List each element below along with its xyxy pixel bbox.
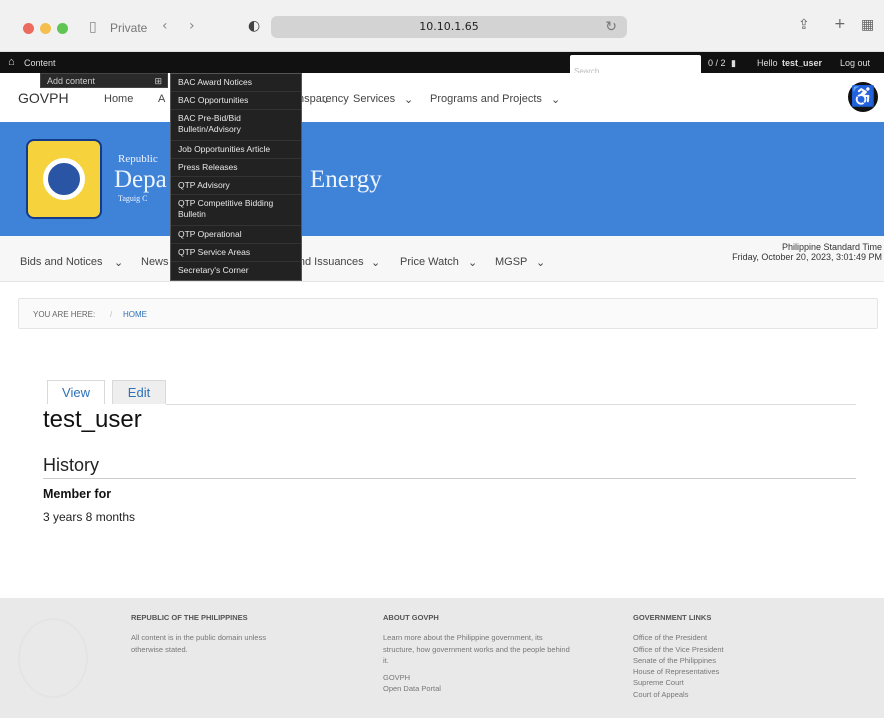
nav-home[interactable]: Home [104,93,133,105]
nav-programs[interactable]: Programs and Projects [430,93,542,105]
footer-link[interactable]: Office of the Vice President [633,644,783,655]
footer-republic-title: REPUBLIC OF THE PHILIPPINES [131,613,248,622]
accessibility-icon[interactable]: ♿ [848,82,878,112]
site-footer: REPUBLIC OF THE PHILIPPINES All content … [0,598,884,718]
menu-news[interactable]: News [141,256,169,268]
minimize-window-button[interactable] [40,23,51,34]
users-icon: ▮ [731,58,736,68]
philippine-standard-time: Philippine Standard Time Friday, October… [732,242,882,262]
page-title: test_user [43,406,142,433]
chevron-down-icon: ⌄ [536,257,546,269]
footer-link[interactable]: Office of the President [633,632,783,643]
close-window-button[interactable] [23,23,34,34]
chevron-down-icon: ⌄ [114,257,124,269]
logout-link[interactable]: Log out [840,58,870,68]
footer-link[interactable]: Court of Appeals [633,689,783,700]
submenu-icon: ⊞ [154,76,162,86]
footer-about-text: Learn more about the Philippine governme… [383,633,570,665]
breadcrumb-separator: / [110,310,113,319]
tab-view[interactable]: View [47,380,105,404]
shield-icon[interactable]: ◐ [248,18,260,34]
menu-mgsp[interactable]: MGSP [495,256,527,268]
nav-about[interactable]: A [158,93,165,105]
private-mode-label: Private [110,21,148,35]
dropdown-item-qtp-advisory[interactable]: QTP Advisory [171,177,301,195]
footer-republic: REPUBLIC OF THE PHILIPPINES All content … [131,612,281,655]
dropdown-item-job-opportunities[interactable]: Job Opportunities Article [171,141,301,159]
footer-govph-link[interactable]: GOVPH [383,672,573,683]
dropdown-item-press-releases[interactable]: Press Releases [171,159,301,177]
seal-watermark [18,618,88,698]
dropdown-item-bac-award[interactable]: BAC Award Notices [171,74,301,92]
footer-republic-text: All content is in the public domain unle… [131,633,267,654]
tab-divider [166,404,856,405]
footer-about-title: ABOUT GOVPH [383,613,439,622]
location-label: Taguig C [118,194,148,203]
dropdown-item-qtp-bidding[interactable]: QTP Competitive Bidding Bulletin [171,195,301,226]
footer-link[interactable]: House of Representatives [633,666,783,677]
footer-link[interactable]: Senate of the Philippines [633,655,783,666]
user-link[interactable]: test_user [782,58,822,68]
greeting-text: Hello [757,58,778,68]
dropdown-item-bac-prebid[interactable]: BAC Pre-Bid/Bid Bulletin/Advisory [171,110,301,141]
chevron-down-icon: ⌄ [371,257,381,269]
url-text: 10.10.1.65 [419,20,479,33]
govph-logo[interactable]: GOVPH [18,90,69,106]
member-for-value: 3 years 8 months [43,510,136,524]
doe-seal [26,139,102,219]
footer-about: ABOUT GOVPH Learn more about the Philipp… [383,612,573,695]
add-content-label: Add content [47,76,96,86]
admin-toolbar: ⌂ Content 0 / 2 ▮ Hello test_user Log ou… [0,52,884,73]
clock-value: Friday, October 20, 2023, 3:01:49 PM [732,252,882,262]
reload-icon[interactable]: ↻ [605,19,617,35]
browser-toolbar: ▯ Private ‹ › ◐ 10.10.1.65 ↻ ⇪ + ▦ [0,0,884,52]
dropdown-item-qtp-service-areas[interactable]: QTP Service Areas [171,244,301,262]
forward-icon[interactable]: › [189,18,195,34]
department-banner: Republic Depa Energy Taguig C [0,122,884,236]
footer-links: GOVERNMENT LINKS Office of the President… [633,612,783,700]
comments-count[interactable]: 0 / 2 [708,58,726,68]
republic-label: Republic [118,153,158,165]
dropdown-item-secretary-corner[interactable]: Secretary's Corner [171,262,301,280]
footer-link[interactable]: Supreme Court [633,677,783,688]
address-bar[interactable]: 10.10.1.65 ↻ [271,16,627,38]
tab-overview-icon[interactable]: ▦ [861,17,874,33]
sidebar-icon[interactable]: ▯ [89,19,97,35]
home-icon[interactable]: ⌂ [8,56,15,68]
add-content-menu[interactable]: Add content ⊞ [40,73,168,88]
share-icon[interactable]: ⇪ [798,17,810,33]
menu-bids-notices[interactable]: Bids and Notices [20,256,103,268]
chevron-down-icon: ⌄ [321,94,331,106]
chevron-down-icon: ⌄ [468,257,478,269]
chevron-down-icon: ⌄ [404,94,414,106]
footer-open-data-link[interactable]: Open Data Portal [383,683,573,694]
history-divider [43,478,856,479]
nav-services[interactable]: Services [353,93,395,105]
dropdown-item-bac-opportunities[interactable]: BAC Opportunities [171,92,301,110]
add-content-dropdown: BAC Award Notices BAC Opportunities BAC … [170,73,302,281]
member-for-label: Member for [43,487,112,501]
zoom-window-button[interactable] [57,23,68,34]
menu-price-watch[interactable]: Price Watch [400,256,459,268]
chevron-down-icon: ⌄ [551,94,561,106]
clock-label: Philippine Standard Time [781,242,882,252]
department-name-right: Energy [310,166,382,193]
tab-edit[interactable]: Edit [112,380,166,404]
back-icon[interactable]: ‹ [162,18,168,34]
history-heading: History [43,455,100,475]
breadcrumb-label: YOU ARE HERE: [33,310,96,319]
main-menu: Bids and Notices ⌄ News Laws and Issuanc… [0,236,884,282]
dropdown-item-qtp-operational[interactable]: QTP Operational [171,226,301,244]
breadcrumb-home[interactable]: HOME [123,310,147,319]
footer-links-title: GOVERNMENT LINKS [633,613,712,622]
breadcrumb: YOU ARE HERE: / HOME [18,298,878,329]
department-name-left: Depa [114,166,167,193]
new-tab-icon[interactable]: + [834,16,846,32]
content-menu[interactable]: Content [24,58,56,68]
